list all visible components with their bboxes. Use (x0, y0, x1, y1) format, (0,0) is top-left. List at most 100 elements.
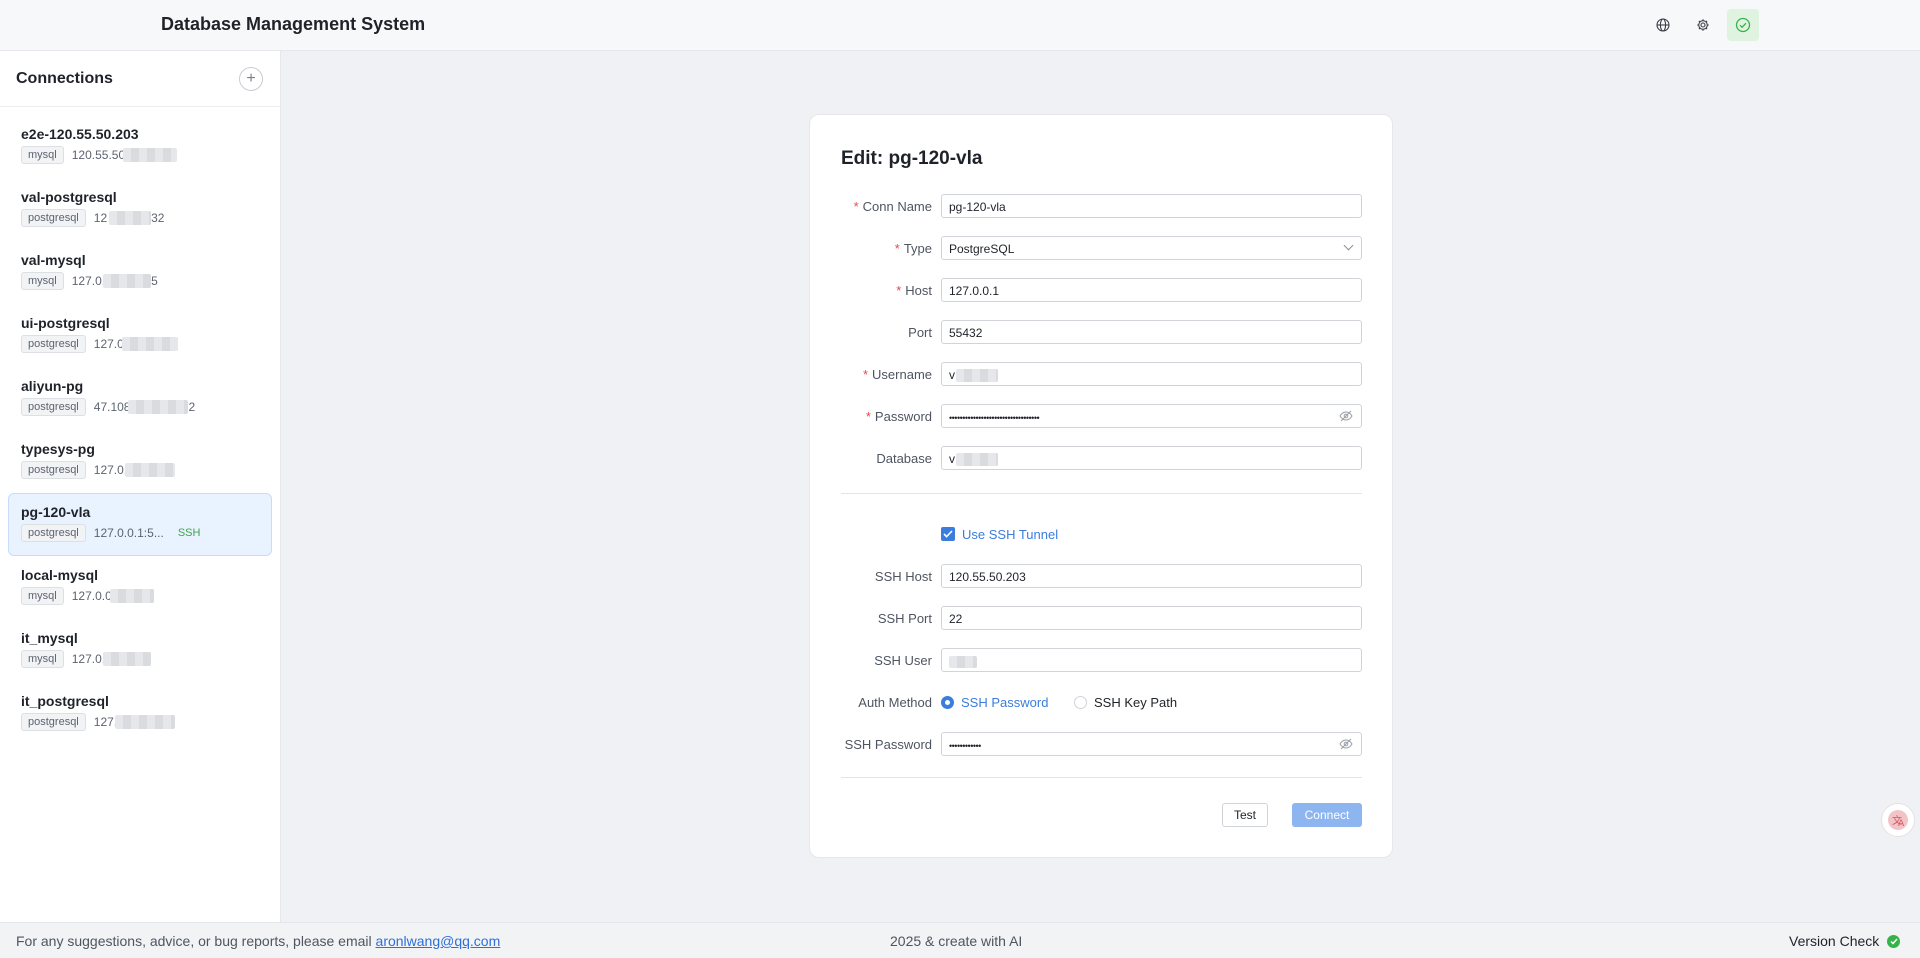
use-ssh-label[interactable]: Use SSH Tunnel (962, 527, 1058, 542)
connection-item[interactable]: local-mysql mysql 127.0.0 (8, 556, 272, 619)
db-type-tag: mysql (21, 146, 64, 164)
connection-item[interactable]: val-postgresql postgresql 12 32 (8, 178, 272, 241)
redacted-region (128, 400, 189, 414)
version-check[interactable]: Version Check (1789, 933, 1901, 949)
ssh-port-label: SSH Port (877, 611, 932, 626)
db-type-tag: mysql (21, 650, 64, 668)
ssh-password-radio[interactable] (941, 696, 954, 709)
connection-item[interactable]: it_mysql mysql 127.0. (8, 619, 272, 682)
database-row: Database v (810, 446, 1394, 471)
username-input[interactable]: v (941, 362, 1362, 386)
conn-name-input[interactable]: pg-120-vla (941, 194, 1362, 218)
ssh-host-input[interactable]: 120.55.50.203 (941, 564, 1362, 588)
ssh-user-input[interactable] (941, 648, 1362, 672)
redacted-region (121, 337, 178, 351)
connection-name: val-postgresql (21, 189, 117, 205)
ssh-password-option-label[interactable]: SSH Password (961, 695, 1048, 710)
username-value: v (949, 368, 955, 382)
globe-icon[interactable] (1650, 12, 1676, 38)
connection-host: 127.0.0 (71, 589, 112, 603)
db-type-tag: postgresql (21, 335, 86, 353)
type-row: * Type PostgreSQL (810, 236, 1394, 261)
database-input[interactable]: v (941, 446, 1362, 470)
auth-method-row: Auth Method SSH Password SSH Key Path (810, 690, 1394, 715)
sidebar: Connections + e2e-120.55.50.203 mysql 12… (0, 51, 281, 922)
password-value: •••••••••••••••••••••••••••••••••• (949, 413, 1040, 423)
use-ssh-checkbox[interactable] (941, 527, 955, 541)
connection-name: aliyun-pg (21, 378, 84, 394)
auth-method-label: Auth Method (858, 695, 932, 710)
check-icon (943, 530, 953, 538)
connection-name: val-mysql (21, 252, 86, 268)
type-select[interactable]: PostgreSQL (941, 236, 1362, 260)
ssh-password-input[interactable]: •••••••••••• (941, 732, 1362, 756)
redacted-region (103, 652, 152, 666)
db-type-tag: mysql (21, 587, 64, 605)
ssh-password-row: SSH Password •••••••••••• (810, 732, 1394, 757)
host-input[interactable]: 127.0.0.1 (941, 278, 1362, 302)
port-label: Port (908, 325, 932, 340)
contact-email-link[interactable]: aronlwang@qq.com (376, 933, 501, 949)
db-type-tag: postgresql (21, 398, 86, 416)
ssh-user-label: SSH User (874, 653, 932, 668)
database-value: v (949, 452, 955, 466)
redacted-region (103, 274, 152, 288)
connection-host-tail: 32 (151, 211, 165, 225)
port-input[interactable]: 55432 (941, 320, 1362, 344)
conn-name-row: * Conn Name pg-120-vla (810, 194, 1394, 219)
footer-feedback-text: For any suggestions, advice, or bug repo… (16, 933, 376, 949)
connection-host: 47.108 (93, 400, 131, 414)
connection-list: e2e-120.55.50.203 mysql 120.55.50 val-po… (0, 115, 280, 745)
port-row: Port 55432 (810, 320, 1394, 345)
username-label: * Username (862, 367, 932, 382)
redacted-region (115, 715, 176, 729)
connection-host: 127.0 (93, 337, 124, 351)
ssh-host-row: SSH Host 120.55.50.203 (810, 564, 1394, 589)
connection-item-active[interactable]: pg-120-vla postgresql 127.0.0.1:5... SSH (8, 493, 272, 556)
connection-name: e2e-120.55.50.203 (21, 126, 139, 142)
redacted-region (123, 148, 178, 162)
form-title: Edit: pg-120-vla (841, 148, 983, 169)
connection-name: pg-120-vla (21, 504, 91, 520)
redacted-region (956, 453, 999, 467)
eye-off-icon[interactable] (1339, 410, 1353, 425)
password-input[interactable]: •••••••••••••••••••••••••••••••••• (941, 404, 1362, 428)
ssh-host-label: SSH Host (874, 569, 932, 584)
password-row: * Password ••••••••••••••••••••••••••••••… (810, 404, 1394, 429)
connect-button[interactable]: Connect (1292, 803, 1362, 827)
add-connection-button[interactable]: + (239, 67, 263, 91)
connection-host: 127.0. (71, 274, 106, 288)
check-circle-icon (1887, 934, 1901, 948)
eye-off-icon[interactable] (1339, 738, 1353, 753)
use-ssh-row: Use SSH Tunnel (810, 522, 1394, 547)
connection-name: ui-postgresql (21, 315, 110, 331)
translate-icon[interactable]: 文A (1881, 803, 1915, 837)
connection-name: it_mysql (21, 630, 78, 646)
connection-item[interactable]: typesys-pg postgresql 127.0. (8, 430, 272, 493)
password-label: * Password (865, 409, 932, 424)
redacted-region (956, 369, 999, 383)
connection-host: 12 (93, 211, 108, 225)
connection-host-tail: 2 (188, 400, 196, 414)
connection-host: 127. (93, 715, 118, 729)
connection-item[interactable]: e2e-120.55.50.203 mysql 120.55.50 (8, 115, 272, 178)
ssh-key-path-option-label[interactable]: SSH Key Path (1094, 695, 1177, 710)
check-circle-icon[interactable] (1727, 9, 1759, 41)
edit-connection-card: Edit: pg-120-vla * Conn Name pg-120-vla *… (809, 114, 1393, 858)
ssh-key-path-radio[interactable] (1074, 696, 1087, 709)
redacted-region (109, 211, 152, 225)
test-button[interactable]: Test (1222, 803, 1268, 827)
type-label: * Type (894, 241, 932, 256)
connection-item[interactable]: val-mysql mysql 127.0. 5 (8, 241, 272, 304)
sidebar-header: Connections + (0, 51, 280, 107)
ssh-user-row: SSH User (810, 648, 1394, 673)
footer-copyright: 2025 & create with AI (890, 933, 1023, 949)
ssh-password-label: SSH Password (844, 737, 932, 752)
connection-item[interactable]: aliyun-pg postgresql 47.108 2 (8, 367, 272, 430)
username-row: * Username v (810, 362, 1394, 387)
db-type-tag: postgresql (21, 524, 86, 542)
connection-item[interactable]: it_postgresql postgresql 127. (8, 682, 272, 745)
connection-item[interactable]: ui-postgresql postgresql 127.0 (8, 304, 272, 367)
ssh-port-input[interactable]: 22 (941, 606, 1362, 630)
gear-icon[interactable] (1690, 12, 1716, 38)
